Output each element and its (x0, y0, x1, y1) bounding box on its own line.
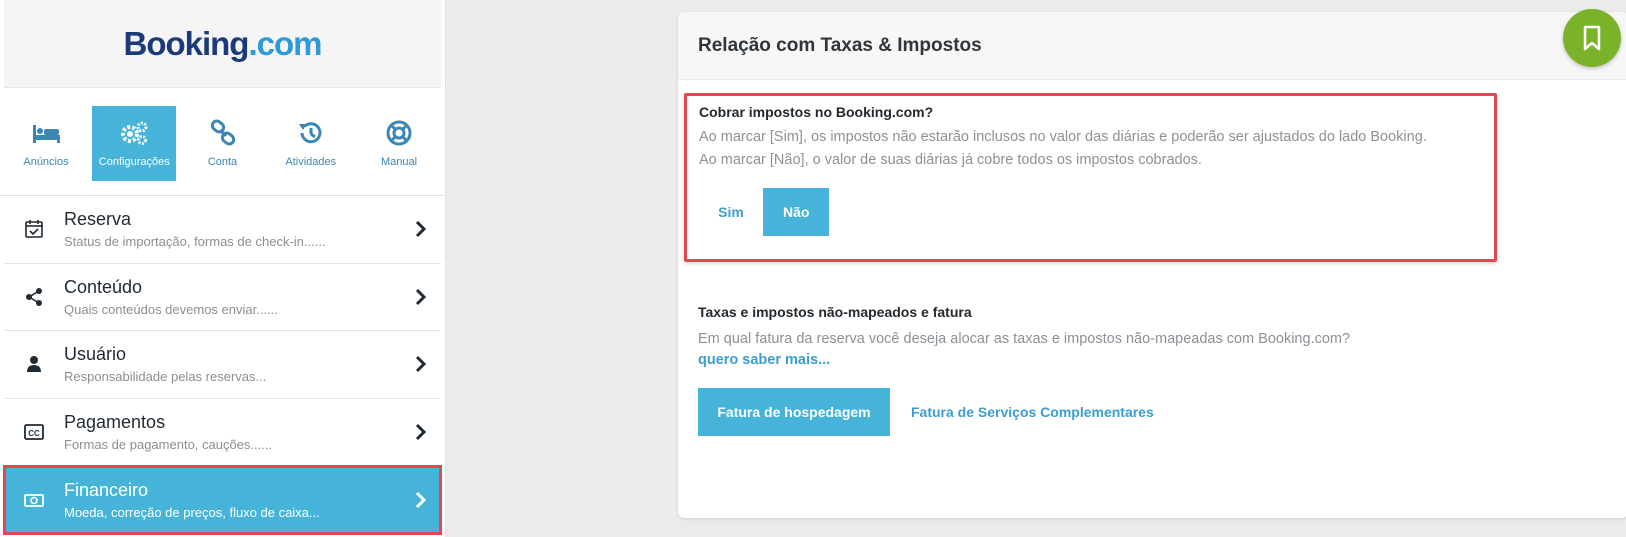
menu-item-subtitle: Status de importação, formas de check-in… (64, 234, 326, 250)
calendar-check-icon (25, 220, 43, 239)
tab-conta[interactable]: Conta (181, 106, 265, 181)
panel-header: Relação com Taxas & Impostos (678, 12, 1626, 80)
taxes-panel: Relação com Taxas & Impostos Cobrar impo… (678, 12, 1626, 518)
tab-label: Manual (380, 156, 418, 168)
chevron-right-icon (415, 356, 427, 373)
option-nao-button[interactable]: Não (763, 188, 830, 236)
svg-text:CC: CC (28, 429, 40, 438)
menu-item-subtitle: Responsabilidade pelas reservas... (64, 369, 267, 385)
collect-taxes-title: Cobrar impostos no Booking.com? (699, 104, 934, 120)
logo-area: Booking.com (4, 0, 441, 88)
user-icon (27, 356, 41, 373)
menu-item-conteudo[interactable]: Conteúdo Quais conteúdos devemos enviar.… (4, 264, 441, 331)
page-title: Relação com Taxas & Impostos (698, 34, 982, 56)
menu-item-title: Pagamentos (64, 411, 166, 432)
menu-item-subtitle: Formas de pagamento, cauções...... (64, 436, 273, 452)
learn-more-link[interactable]: quero saber mais... (698, 352, 830, 368)
booking-logo[interactable]: Booking.com (123, 24, 322, 63)
unmapped-taxes-title: Taxas e impostos não-mapeados e fatura (698, 304, 972, 320)
credit-card-icon: CC (24, 423, 44, 440)
menu-item-title: Conteúdo (64, 276, 143, 297)
chevron-right-icon (415, 288, 427, 305)
tab-atividades[interactable]: Atividades (269, 106, 353, 181)
bed-icon (33, 125, 60, 143)
logo-main-text: Booking (123, 24, 249, 62)
tab-label: Atividades (285, 156, 337, 168)
menu-item-usuario[interactable]: Usuário Responsabilidade pelas reservas.… (4, 331, 441, 399)
history-icon (298, 122, 322, 144)
menu-item-title: Financeiro (64, 479, 149, 500)
collect-taxes-toggle: Sim Não (699, 188, 1482, 236)
desc-line-2: Ao marcar [Não], o valor de suas diárias… (699, 152, 1202, 168)
bookmark-icon (1583, 25, 1601, 51)
services-invoice-button[interactable]: Fatura de Serviços Complementares (911, 404, 1154, 420)
tab-label: Anúncios (23, 156, 69, 168)
collect-taxes-section: Cobrar impostos no Booking.com? Ao marca… (684, 93, 1497, 262)
logo-suffix-text: .com (248, 24, 322, 62)
bookmark-button[interactable] (1563, 9, 1621, 67)
menu-item-financeiro[interactable]: Financeiro Moeda, correção de preços, fl… (3, 465, 442, 535)
menu-item-subtitle: Moeda, correção de preços, fluxo de caix… (64, 504, 320, 520)
tab-configuracoes[interactable]: Configurações (92, 106, 177, 181)
tab-label: Configurações (98, 156, 170, 168)
lifebuoy-icon (386, 120, 412, 146)
chevron-right-icon (415, 491, 427, 508)
tab-label: Conta (207, 156, 238, 168)
icon-nav: Anúncios Configurações Conta Atividades … (0, 88, 445, 196)
sidebar: Booking.com Anúncios Configurações Conta… (0, 0, 446, 537)
menu-item-pagamentos[interactable]: CC Pagamentos Formas de pagamento, cauçõ… (4, 399, 441, 466)
chevron-right-icon (415, 423, 427, 440)
desc-line-1: Ao marcar [Sim], os impostos não estarão… (699, 129, 1427, 145)
money-icon (24, 493, 44, 507)
gears-icon (121, 121, 148, 145)
invoice-toggle: Fatura de hospedagem Fatura de Serviços … (698, 388, 1598, 436)
lodging-invoice-button[interactable]: Fatura de hospedagem (698, 388, 890, 436)
collect-taxes-description: Ao marcar [Sim], os impostos não estarão… (699, 126, 1482, 172)
menu-item-title: Reserva (64, 209, 132, 230)
unmapped-taxes-section: Taxas e impostos não-mapeados e fatura E… (698, 304, 1598, 436)
option-sim-button[interactable]: Sim (699, 188, 763, 236)
menu-item-subtitle: Quais conteúdos devemos enviar...... (64, 301, 278, 317)
share-icon (26, 287, 42, 306)
tab-manual[interactable]: Manual (357, 106, 441, 181)
menu-item-reserva[interactable]: Reserva Status de importação, formas de … (4, 196, 441, 264)
menu-item-title: Usuário (64, 344, 127, 365)
link-icon (210, 119, 235, 146)
unmapped-taxes-description: Em qual fatura da reserva você deseja al… (698, 331, 1351, 347)
tab-anuncios[interactable]: Anúncios (4, 106, 88, 181)
chevron-right-icon (415, 221, 427, 238)
